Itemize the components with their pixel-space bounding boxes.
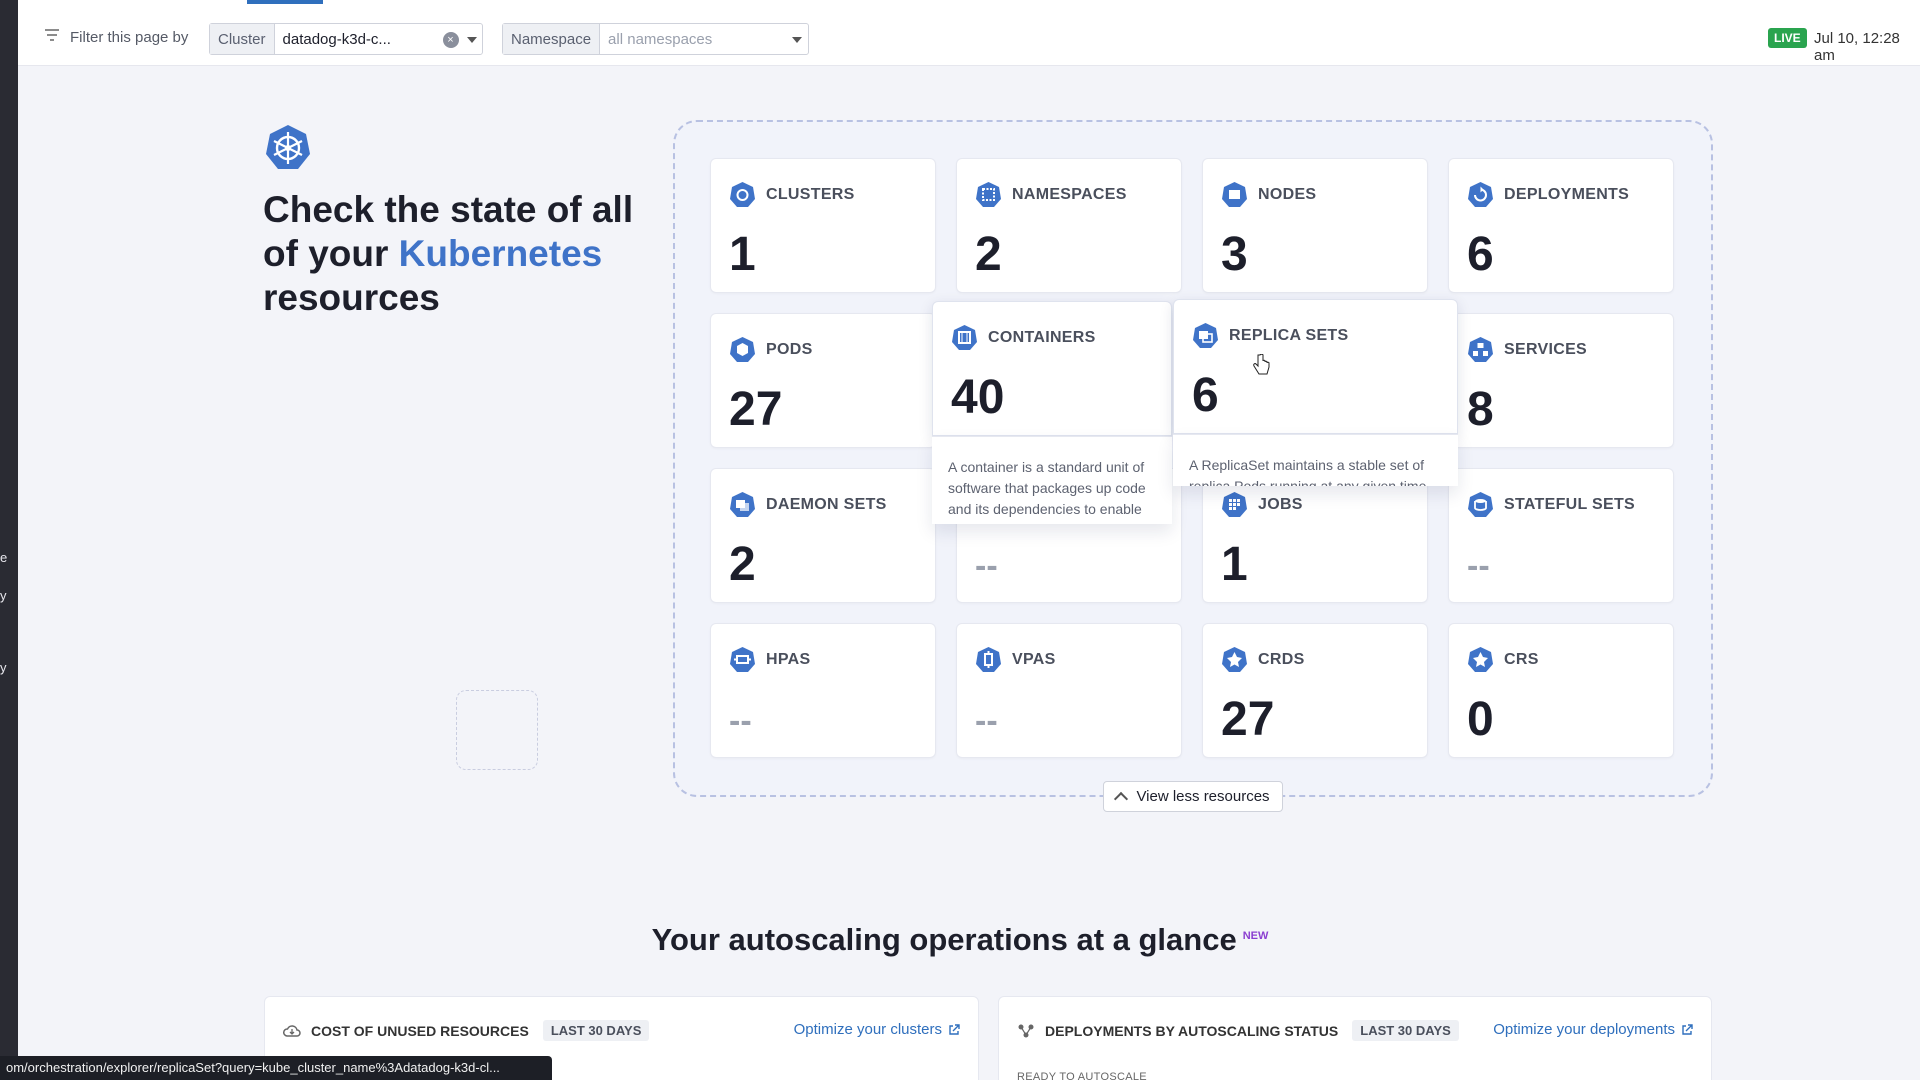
resource-count: -- — [975, 547, 998, 585]
resource-count: 6 — [1192, 369, 1219, 422]
resource-count: 40 — [951, 371, 1005, 424]
chevron-down-icon[interactable] — [466, 37, 477, 43]
deployments-icon — [1468, 182, 1493, 207]
chevron-down-icon[interactable] — [792, 37, 803, 43]
resource-count: 27 — [1221, 693, 1275, 746]
nodes-icon — [1222, 182, 1247, 207]
resource-card-crds[interactable]: CRDS 27 — [1202, 623, 1428, 758]
resource-count: 27 — [729, 383, 783, 436]
resource-count: 0 — [1467, 693, 1494, 746]
namespace-select-tag: Namespace — [503, 24, 601, 54]
containers-icon — [952, 325, 977, 350]
resource-count: -- — [1467, 547, 1490, 585]
resource-card-containers[interactable]: CONTAINERS 40 — [932, 301, 1172, 436]
resource-count: 1 — [1221, 538, 1248, 591]
namespaces-icon — [976, 182, 1001, 207]
cluster-select-value: datadog-k3d-c... — [282, 30, 391, 48]
crs-icon — [1468, 647, 1493, 672]
resource-card-services[interactable]: SERVICES 8 — [1448, 313, 1674, 448]
time-range-pill: LAST 30 DAYS — [542, 1020, 650, 1041]
resource-card-vpas[interactable]: VPAS -- — [956, 623, 1182, 758]
cluster-select[interactable]: Cluster datadog-k3d-c... × — [209, 23, 483, 55]
autoscaling-section-title: Your autoscaling operations at a glance N… — [651, 922, 1269, 957]
external-link-icon — [1682, 1023, 1693, 1035]
left-nav-rail: e y y — [0, 0, 18, 1080]
cloud-cost-icon — [283, 1024, 301, 1037]
filter-icon — [44, 28, 60, 47]
namespace-select[interactable]: Namespace all namespaces — [502, 23, 809, 55]
resource-count: -- — [975, 702, 998, 740]
optimize-clusters-link[interactable]: Optimize your clusters — [794, 1021, 960, 1038]
kubernetes-logo-icon — [264, 123, 312, 171]
filter-bar: Filter this page by Cluster datadog-k3d-… — [18, 0, 1920, 66]
resource-count: 3 — [1221, 228, 1248, 281]
hero-title: Check the state of all of your Kubernete… — [263, 189, 634, 318]
hand-pointer-icon — [1253, 354, 1270, 375]
decorative-placeholder — [456, 690, 538, 770]
resource-card-daemon-sets[interactable]: DAEMON SETS 2 — [710, 468, 936, 603]
deployments-autoscaling-card: DEPLOYMENTS BY AUTOSCALING STATUS LAST 3… — [998, 996, 1712, 1080]
live-badge[interactable]: LIVE — [1768, 28, 1807, 48]
clear-icon[interactable]: × — [442, 32, 459, 48]
namespace-select-placeholder: all namespaces — [608, 30, 713, 48]
replica-sets-icon — [1193, 323, 1218, 348]
view-less-resources-button[interactable]: View less resources — [1103, 781, 1283, 812]
resource-count: 1 — [729, 228, 756, 281]
resource-card-deployments[interactable]: DEPLOYMENTS 6 — [1448, 158, 1674, 293]
optimize-deployments-link[interactable]: Optimize your deployments — [1493, 1021, 1693, 1038]
resource-count: 6 — [1467, 228, 1494, 281]
resource-card-jobs[interactable]: JOBS 1 — [1202, 468, 1428, 603]
cluster-select-tag: Cluster — [210, 24, 275, 54]
chevron-up-icon — [1114, 791, 1129, 807]
active-tab-indicator — [247, 0, 323, 4]
crds-icon — [1222, 647, 1247, 672]
time-range-pill: LAST 30 DAYS — [1352, 1020, 1459, 1041]
new-badge: NEW — [1242, 929, 1269, 942]
filter-label: Filter this page by — [44, 28, 188, 47]
daemon-sets-icon — [730, 492, 755, 517]
stateful-sets-icon — [1468, 492, 1493, 517]
deployments-status-icon — [1018, 1024, 1034, 1037]
resource-card-pods[interactable]: PODS 27 — [710, 313, 936, 448]
ready-to-autoscale-label: READY TO AUTOSCALE — [1017, 1071, 1147, 1080]
resource-card-hpas[interactable]: HPAS -- — [710, 623, 936, 758]
external-link-icon — [949, 1023, 960, 1035]
resource-count: 2 — [975, 228, 1002, 281]
resource-count: -- — [729, 702, 752, 740]
services-icon — [1468, 337, 1493, 362]
resource-card-stateful-sets[interactable]: STATEFUL SETS -- — [1448, 468, 1674, 603]
resource-count: 8 — [1467, 383, 1494, 436]
jobs-icon — [1222, 492, 1247, 517]
hpas-icon — [730, 647, 755, 672]
time-range-text[interactable]: Jul 10, 12:28 am — [1814, 30, 1920, 64]
resource-card-nodes[interactable]: NODES 3 — [1202, 158, 1428, 293]
clusters-icon — [730, 182, 755, 207]
pods-icon — [730, 337, 755, 362]
resource-card-namespaces[interactable]: NAMESPACES 2 — [956, 158, 1182, 293]
resource-card-crs[interactable]: CRS 0 — [1448, 623, 1674, 758]
containers-tooltip: A container is a standard unit of softwa… — [932, 436, 1172, 524]
resource-count: 2 — [729, 538, 756, 591]
replica-sets-tooltip: A ReplicaSet maintains a stable set of r… — [1173, 434, 1458, 486]
hero-title-accent: Kubernetes — [398, 233, 603, 274]
browser-status-url: om/orchestration/explorer/replicaSet?que… — [0, 1056, 552, 1080]
resource-card-clusters[interactable]: CLUSTERS 1 — [710, 158, 936, 293]
vpas-icon — [976, 647, 1001, 672]
resource-card-replica-sets[interactable]: REPLICA SETS 6 — [1173, 299, 1458, 434]
